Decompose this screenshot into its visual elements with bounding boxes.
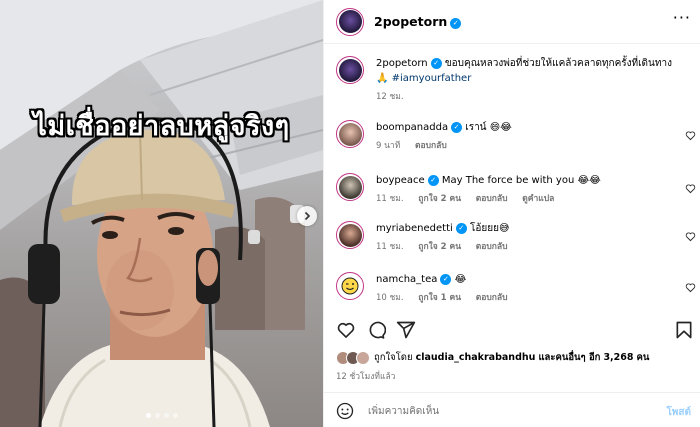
- comment-username[interactable]: boypeace: [376, 175, 425, 186]
- commenter-avatar[interactable]: [336, 221, 364, 249]
- comment-time: 10 ชม.: [376, 293, 404, 303]
- bookmark-icon[interactable]: [674, 320, 694, 340]
- heart-icon[interactable]: [336, 320, 356, 340]
- author-avatar[interactable]: [336, 56, 364, 84]
- likes-text: ถูกใจโดย claudia_chakrabandhu และคนอื่นๆ…: [374, 350, 649, 365]
- comment-username[interactable]: boompanadda: [376, 122, 448, 133]
- post-sidebar: 2popetorn ✓ ··· 2popetorn ✓ ขอบคุณหลวงพ่อท…: [323, 0, 700, 427]
- verified-icon: ✓: [440, 274, 452, 285]
- author-avatar[interactable]: [336, 7, 364, 36]
- likes-summary[interactable]: ถูกใจโดย claudia_chakrabandhu และคนอื่นๆ…: [336, 350, 649, 365]
- media-caption-overlay: ไม่เชื่ออย่าลบหลู่จริงๆ: [33, 111, 290, 142]
- likes-middle: และคนอื่นๆ อีก: [538, 352, 601, 363]
- comment-username[interactable]: namcha_tea: [376, 274, 437, 285]
- comment-composer: โพสต์: [324, 392, 700, 427]
- comments-list: 2popetorn ✓ ขอบคุณหลวงพ่อที่ช่วยให้แคล้วค…: [324, 46, 700, 314]
- verified-icon: ✓: [430, 58, 442, 69]
- post-timestamp: 12 ชั่วโมงที่แล้ว: [336, 372, 396, 382]
- share-icon[interactable]: [396, 320, 416, 340]
- next-slide-button[interactable]: [297, 206, 317, 226]
- comment-time: 9 นาที: [376, 141, 401, 151]
- comment-text: เราน์ 😄😂: [465, 122, 512, 133]
- likes-suffix: คน: [636, 352, 650, 363]
- comment-time: 11 ชม.: [376, 194, 404, 204]
- comment-heart-icon[interactable]: [685, 282, 696, 293]
- comment-username[interactable]: myriabenedetti: [376, 223, 453, 234]
- verified-icon: ✓: [450, 18, 462, 29]
- likes-user[interactable]: claudia_chakrabandhu: [416, 352, 536, 363]
- comment-time: 11 ชม.: [376, 242, 404, 252]
- post-actions: [324, 316, 700, 346]
- reply-button[interactable]: ตอบกลับ: [415, 141, 447, 151]
- carousel-dot: [163, 413, 169, 418]
- comment-text: May The force be with you 😂😂: [441, 175, 601, 186]
- hashtag-link[interactable]: #iamyourfather: [392, 73, 472, 84]
- emoji-icon[interactable]: [336, 402, 354, 420]
- reply-button[interactable]: ตอบกลับ: [476, 293, 508, 303]
- comment-text: 😂: [454, 274, 467, 285]
- comment-likes[interactable]: ถูกใจ 2 คน: [418, 242, 461, 252]
- more-icon[interactable]: ···: [673, 8, 691, 27]
- author-username-text[interactable]: 2popetorn: [374, 14, 447, 29]
- media-photo: [0, 0, 323, 427]
- comment-heart-icon[interactable]: [685, 130, 696, 141]
- post-media[interactable]: ไม่เชื่ออย่าลบหลู่จริงๆ: [0, 0, 323, 427]
- post-header: 2popetorn ✓ ···: [324, 0, 700, 44]
- commenter-avatar[interactable]: [336, 173, 364, 201]
- comment-likes[interactable]: ถูกใจ 2 คน: [418, 194, 461, 204]
- likes-prefix: ถูกใจโดย: [374, 352, 413, 363]
- comment-icon[interactable]: [366, 320, 386, 340]
- carousel-dot: [172, 413, 178, 418]
- caption-meta: 12 ชม.: [376, 90, 691, 105]
- verified-icon: ✓: [427, 175, 439, 186]
- carousel-dot: [145, 413, 151, 418]
- reply-button[interactable]: ตอบกลับ: [476, 242, 508, 252]
- carousel-dot: [154, 413, 160, 418]
- verified-icon: ✓: [455, 223, 467, 234]
- author-username[interactable]: 2popetorn ✓: [374, 14, 462, 29]
- comment-heart-icon[interactable]: [685, 183, 696, 194]
- post-comment-button[interactable]: โพสต์: [666, 405, 691, 420]
- carousel-indicator: [0, 413, 323, 418]
- wink-face-icon: [341, 277, 359, 295]
- caption-time: 12 ชม.: [376, 92, 404, 102]
- verified-icon: ✓: [451, 122, 463, 133]
- reply-button[interactable]: ตอบกลับ: [476, 194, 508, 204]
- commenter-avatar[interactable]: [336, 272, 364, 300]
- comment-input[interactable]: [368, 401, 638, 421]
- likes-count[interactable]: 3,268: [603, 352, 633, 363]
- caption-text: ขอบคุณหลวงพ่อที่ช่วยให้แคล้วคลาดทุกครั้ง…: [444, 58, 672, 69]
- comment-text: โอ้ยยย😅: [469, 223, 510, 234]
- comment-heart-icon[interactable]: [685, 231, 696, 242]
- comment-likes[interactable]: ถูกใจ 1 คน: [418, 293, 461, 303]
- commenter-avatar[interactable]: [336, 120, 364, 148]
- caption-author[interactable]: 2popetorn: [376, 58, 428, 69]
- liker-avatar: [356, 350, 370, 365]
- translate-button[interactable]: ดูคำแปล: [522, 194, 554, 204]
- pray-emoji: 🙏: [376, 73, 389, 84]
- chevron-right-icon: [304, 211, 311, 221]
